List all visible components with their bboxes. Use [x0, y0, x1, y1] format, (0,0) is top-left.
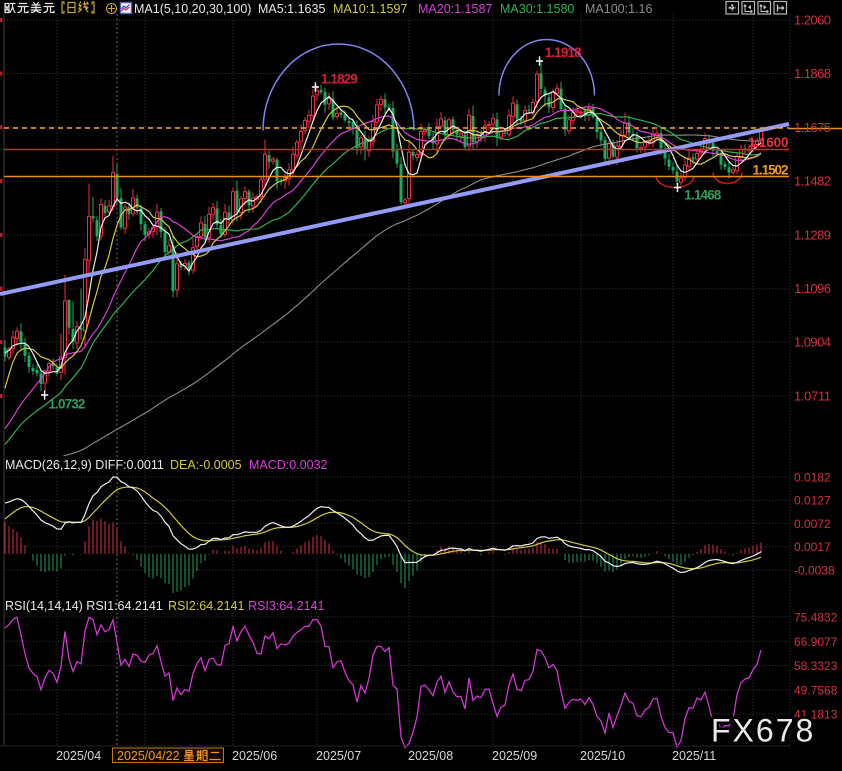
svg-text:DEA:-0.0005: DEA:-0.0005: [170, 458, 242, 472]
svg-text:2025/06: 2025/06: [232, 749, 277, 763]
svg-text:1.0711: 1.0711: [794, 389, 831, 404]
svg-text:0.0127: 0.0127: [794, 494, 831, 508]
svg-text:2025/04: 2025/04: [56, 749, 101, 763]
svg-text:0.0182: 0.0182: [794, 471, 831, 485]
svg-text:49.7568: 49.7568: [794, 683, 838, 697]
svg-text:MACD(26,12,9) DIFF:0.0011: MACD(26,12,9) DIFF:0.0011: [5, 458, 164, 472]
svg-text:2025/09: 2025/09: [492, 749, 537, 763]
svg-text:2025/10: 2025/10: [580, 749, 625, 763]
svg-text:MA30:1.1580: MA30:1.1580: [500, 2, 574, 16]
svg-text:MA5:1.1635: MA5:1.1635: [258, 2, 325, 16]
svg-text:1.1096: 1.1096: [794, 281, 831, 296]
svg-text:RSI3:64.2141: RSI3:64.2141: [248, 599, 324, 613]
svg-text:1.1482: 1.1482: [794, 174, 831, 189]
svg-text:1.1675: 1.1675: [794, 120, 831, 135]
svg-text:MACD:0.0032: MACD:0.0032: [249, 458, 328, 472]
svg-text:1.1829: 1.1829: [321, 72, 358, 87]
svg-text:MA1(5,10,20,30,100): MA1(5,10,20,30,100): [134, 2, 251, 16]
svg-text:1.1468: 1.1468: [684, 188, 721, 203]
svg-text:75.4832: 75.4832: [794, 611, 838, 625]
svg-text:1.1918: 1.1918: [545, 45, 582, 60]
svg-text:2025/08: 2025/08: [408, 749, 453, 763]
svg-text:2025/04/22: 2025/04/22: [117, 749, 180, 763]
svg-text:1.2060: 1.2060: [794, 13, 831, 28]
svg-text:1.1289: 1.1289: [794, 227, 831, 242]
svg-text:1.1600: 1.1600: [748, 135, 789, 150]
svg-text:1.0904: 1.0904: [794, 335, 831, 350]
svg-text:66.9077: 66.9077: [794, 635, 838, 649]
svg-text:0.0072: 0.0072: [794, 517, 831, 531]
svg-text:1.0732: 1.0732: [48, 397, 85, 412]
svg-text:2025/07: 2025/07: [316, 749, 361, 763]
svg-text:RSI(14,14,14) RSI1:64.2141: RSI(14,14,14) RSI1:64.2141: [5, 599, 163, 613]
svg-text:MA20:1.1587: MA20:1.1587: [418, 2, 492, 16]
svg-text:-0.0038: -0.0038: [794, 563, 835, 577]
svg-text:0.0017: 0.0017: [794, 540, 831, 554]
svg-text:RSI2:64.2141: RSI2:64.2141: [168, 599, 244, 613]
svg-text:2025/11: 2025/11: [672, 749, 716, 763]
svg-text:FX678: FX678: [711, 713, 815, 749]
svg-text:1.1502: 1.1502: [753, 163, 789, 178]
svg-text:1.1868: 1.1868: [794, 66, 831, 81]
svg-text:58.3323: 58.3323: [794, 659, 838, 673]
svg-text:MA10:1.1597: MA10:1.1597: [333, 2, 407, 16]
svg-text:MA100:1.16: MA100:1.16: [585, 2, 652, 16]
